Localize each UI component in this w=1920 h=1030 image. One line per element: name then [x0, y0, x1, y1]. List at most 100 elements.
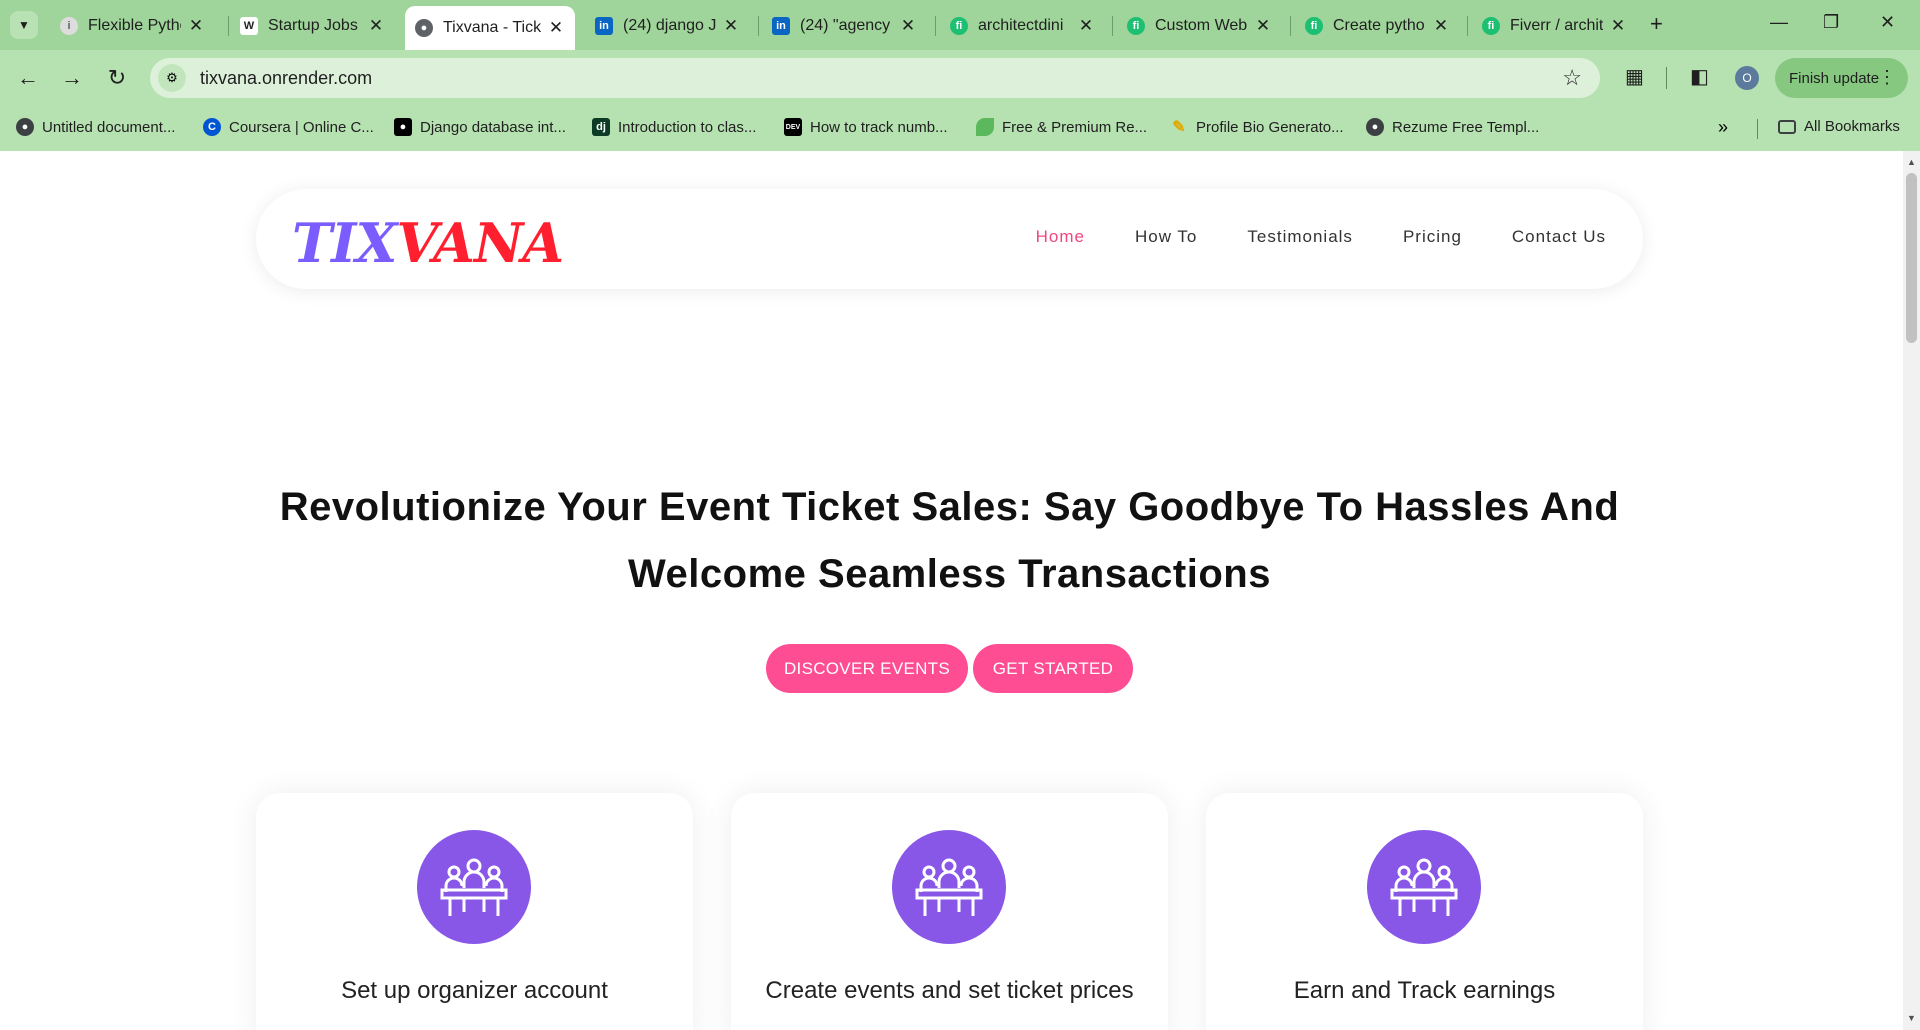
close-icon[interactable]: ✕ [1609, 16, 1627, 36]
tab-linkedin-django[interactable]: in (24) django J ✕ [585, 8, 750, 44]
page-viewport: TIXVANA Home How To Testimonials Pricing… [0, 151, 1903, 1030]
tab-fiverr-archit[interactable]: fi Fiverr / archit ✕ [1472, 8, 1637, 44]
bookmarks-bar: ● Untitled document... C Coursera | Onli… [0, 107, 1920, 151]
toolbar-divider [1666, 67, 1667, 89]
close-icon[interactable]: ✕ [367, 16, 385, 36]
tab-title: Create pytho [1333, 17, 1425, 34]
tab-fiverr-create-python[interactable]: fi Create pytho ✕ [1295, 8, 1460, 44]
bookmark-star-icon[interactable]: ☆ [1562, 65, 1582, 91]
finish-update-label: Finish update [1789, 69, 1880, 87]
chevron-down-icon: ▼ [18, 18, 30, 32]
bookmark-item[interactable]: ● Django database int... [394, 118, 566, 136]
close-icon[interactable]: ✕ [547, 18, 565, 38]
django-icon: dj [592, 118, 610, 136]
side-panel-icon[interactable]: ◧ [1690, 64, 1709, 89]
close-icon[interactable]: ✕ [1254, 16, 1272, 36]
profile-avatar[interactable]: O [1735, 66, 1759, 90]
fiverr-icon: fi [1305, 17, 1323, 35]
scroll-down-icon[interactable]: ▼ [1907, 1013, 1916, 1023]
tab-tixvana[interactable]: ● Tixvana - Tick ✕ [405, 6, 575, 50]
bookmark-label: Rezume Free Templ... [1392, 118, 1540, 136]
nav-how-to[interactable]: How To [1135, 227, 1197, 247]
close-icon[interactable]: ✕ [722, 16, 740, 36]
bookmark-item[interactable]: DEV How to track numb... [784, 118, 948, 136]
more-menu-icon[interactable]: ⋮ [1878, 67, 1896, 88]
tab-flexible-python[interactable]: i Flexible Pytho ✕ [50, 8, 215, 44]
feature-card: Earn and Track earnings [1206, 793, 1643, 1030]
linkedin-icon: in [595, 17, 613, 35]
browser-toolbar: ← → ↻ ⚙ tixvana.onrender.com ☆ ▦ ◧ O Fin… [0, 50, 1920, 107]
card-text: Set up organizer account [341, 977, 608, 1004]
bookmark-item[interactable]: ● Rezume Free Templ... [1366, 118, 1539, 136]
close-icon[interactable]: ✕ [899, 16, 917, 36]
globe-icon: ● [415, 19, 433, 37]
bookmark-item[interactable]: ● Untitled document... [16, 118, 175, 136]
bookmark-label: How to track numb... [810, 118, 948, 136]
tab-title: Startup Jobs | [268, 17, 361, 34]
extensions-icon[interactable]: ▦ [1625, 64, 1644, 89]
tab-fiverr-custom-web[interactable]: fi Custom Web ✕ [1117, 8, 1282, 44]
bookmark-label: Profile Bio Generato... [1196, 118, 1344, 136]
tab-title: architectdini [978, 17, 1064, 34]
nav-testimonials[interactable]: Testimonials [1247, 227, 1353, 247]
bookmark-label: Introduction to clas... [618, 118, 757, 136]
tab-linkedin-agency[interactable]: in (24) "agency ✕ [762, 8, 927, 44]
card-text: Earn and Track earnings [1293, 977, 1556, 1004]
bookmark-item[interactable]: dj Introduction to clas... [592, 118, 756, 136]
nav-home[interactable]: Home [1036, 227, 1085, 247]
back-icon[interactable]: ← [14, 64, 42, 92]
globe-icon: ● [16, 118, 34, 136]
close-icon[interactable]: ✕ [1077, 16, 1095, 36]
logo-part-1: TIX [292, 211, 397, 275]
browser-chrome: ▼ i Flexible Pytho ✕ W Startup Jobs | ✕ … [0, 0, 1920, 151]
close-icon[interactable]: ✕ [1432, 16, 1450, 36]
bookmark-item[interactable]: ✎ Profile Bio Generato... [1170, 118, 1344, 137]
leaf-icon [976, 118, 994, 136]
meeting-icon [892, 830, 1006, 944]
site-logo[interactable]: TIXVANA [292, 211, 564, 275]
feature-card: Create events and set ticket prices [731, 793, 1168, 1030]
card-text: Create events and set ticket prices [765, 977, 1134, 1004]
restore-icon[interactable]: ❐ [1823, 12, 1839, 33]
meeting-icon [1367, 830, 1481, 944]
close-icon[interactable]: ✕ [187, 16, 205, 36]
tab-strip: ▼ i Flexible Pytho ✕ W Startup Jobs | ✕ … [0, 0, 1920, 50]
tab-title: (24) django J [623, 17, 716, 34]
reload-icon[interactable]: ↻ [103, 64, 131, 92]
nav-pricing[interactable]: Pricing [1403, 227, 1462, 247]
bookmark-label: Coursera | Online C... [229, 118, 374, 136]
window-close-icon[interactable]: ✕ [1880, 12, 1895, 33]
tab-divider [1467, 16, 1468, 36]
all-bookmarks-button[interactable]: All Bookmarks [1778, 118, 1900, 135]
site-info-icon[interactable]: ⚙ [158, 64, 186, 92]
tab-fiverr-architectdini[interactable]: fi architectdini ✕ [940, 8, 1105, 44]
tab-startup-jobs[interactable]: W Startup Jobs | ✕ [230, 8, 395, 44]
tab-divider [228, 16, 229, 36]
site-nav: Home How To Testimonials Pricing Contact… [986, 227, 1606, 247]
get-started-button[interactable]: GET STARTED [973, 644, 1133, 693]
address-bar[interactable]: ⚙ tixvana.onrender.com ☆ [150, 58, 1600, 98]
folder-icon [1778, 119, 1796, 134]
globe-icon: ● [1366, 118, 1384, 136]
tab-title: (24) "agency [800, 17, 891, 34]
bookmark-item[interactable]: C Coursera | Online C... [203, 118, 374, 136]
forward-icon[interactable]: → [58, 64, 86, 92]
pencil-icon: ✎ [1172, 119, 1186, 136]
fiverr-icon: fi [1482, 17, 1500, 35]
scroll-up-icon[interactable]: ▲ [1907, 157, 1916, 167]
dev-icon: DEV [784, 118, 802, 136]
new-tab-button[interactable]: + [1650, 11, 1663, 37]
discover-events-button[interactable]: DISCOVER EVENTS [766, 644, 968, 693]
site-header: TIXVANA Home How To Testimonials Pricing… [256, 189, 1643, 289]
coursera-icon: C [203, 118, 221, 136]
page-scrollbar[interactable]: ▲ ▼ [1903, 151, 1920, 1030]
tab-search-button[interactable]: ▼ [10, 11, 38, 39]
finish-update-button[interactable]: Finish update ⋮ [1775, 58, 1908, 98]
nav-contact-us[interactable]: Contact Us [1512, 227, 1606, 247]
tab-divider [935, 16, 936, 36]
minimize-icon[interactable]: — [1770, 12, 1788, 33]
scroll-thumb[interactable] [1906, 173, 1917, 343]
bookmark-item[interactable]: Free & Premium Re... [976, 118, 1147, 136]
bookmarks-overflow-icon[interactable]: » [1718, 117, 1728, 138]
url-text[interactable]: tixvana.onrender.com [200, 68, 372, 89]
